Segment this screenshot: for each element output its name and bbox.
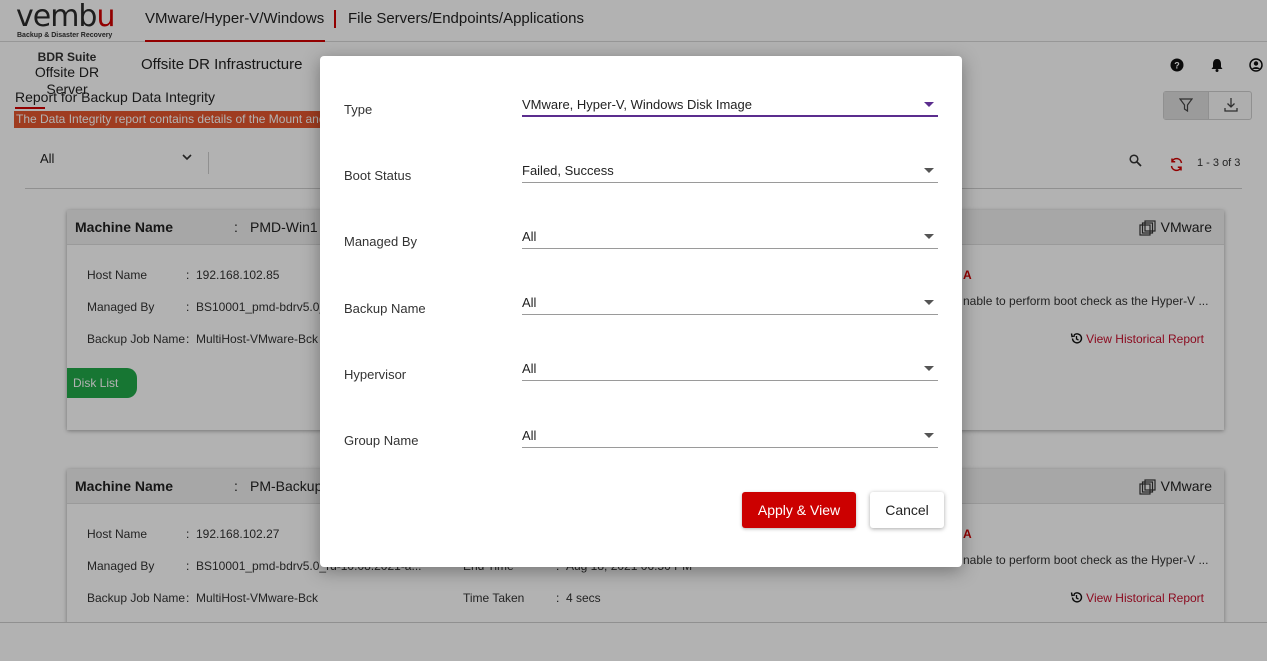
caret-down-icon: [924, 366, 934, 371]
apply-view-button[interactable]: Apply & View: [742, 492, 856, 528]
hypervisor-select[interactable]: All: [522, 359, 938, 381]
hypervisor-value: All: [522, 361, 537, 376]
caret-down-icon: [924, 168, 934, 173]
caret-down-icon: [924, 102, 934, 107]
filter-dialog: Type VMware, Hyper-V, Windows Disk Image…: [320, 56, 962, 567]
caret-down-icon: [924, 300, 934, 305]
group-name-value: All: [522, 428, 537, 443]
type-select[interactable]: VMware, Hyper-V, Windows Disk Image: [522, 95, 938, 117]
caret-down-icon: [924, 433, 934, 438]
boot-status-label: Boot Status: [344, 168, 412, 183]
group-name-label: Group Name: [344, 433, 419, 448]
backup-name-value: All: [522, 295, 537, 310]
backup-name-select[interactable]: All: [522, 293, 938, 315]
backup-name-label: Backup Name: [344, 301, 426, 316]
cancel-button[interactable]: Cancel: [870, 492, 944, 528]
managed-by-filter-value: All: [522, 229, 537, 244]
caret-down-icon: [924, 234, 934, 239]
type-label: Type: [344, 102, 373, 117]
boot-status-value: Failed, Success: [522, 163, 614, 178]
managed-by-filter-label: Managed By: [344, 234, 417, 249]
hypervisor-label: Hypervisor: [344, 367, 407, 382]
boot-status-select[interactable]: Failed, Success: [522, 161, 938, 183]
group-name-select[interactable]: All: [522, 426, 938, 448]
managed-by-select[interactable]: All: [522, 227, 938, 249]
type-value: VMware, Hyper-V, Windows Disk Image: [522, 97, 752, 112]
